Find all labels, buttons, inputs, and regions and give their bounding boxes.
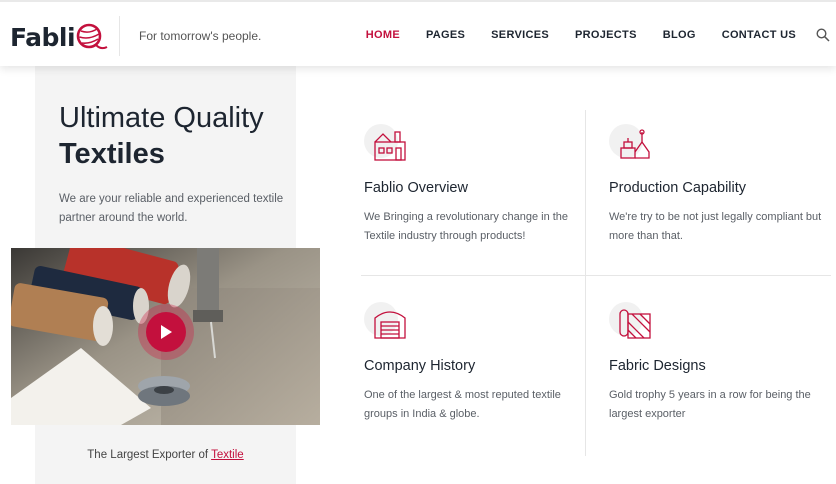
logo-text: Fabli: [10, 22, 76, 52]
feature-title: Fablio Overview: [364, 180, 468, 196]
nav-projects[interactable]: PROJECTS: [575, 29, 637, 41]
search-icon[interactable]: [816, 28, 830, 42]
play-button-core: [146, 312, 186, 352]
nav-blog[interactable]: BLOG: [663, 29, 696, 41]
fabric-roll-icon: [619, 309, 651, 339]
grid-divider-top: [585, 110, 586, 275]
nav-pages[interactable]: PAGES: [426, 29, 465, 41]
nav-services[interactable]: SERVICES: [491, 29, 549, 41]
nav-home[interactable]: HOME: [366, 29, 400, 41]
hero-caption: The Largest Exporter of Textile: [35, 449, 296, 461]
logo[interactable]: Fabli: [10, 22, 108, 52]
main-nav: HOME PAGES SERVICES PROJECTS BLOG CONTAC…: [340, 29, 796, 41]
feature-title: Production Capability: [609, 180, 747, 196]
nav-contact-us[interactable]: CONTACT US: [722, 29, 796, 41]
caption-prefix: The Largest Exporter of: [87, 449, 212, 461]
hero-description: We are your reliable and experienced tex…: [59, 193, 284, 224]
warehouse-icon: [374, 311, 406, 339]
hero-title-line2: Textiles: [59, 138, 165, 170]
tagline: For tomorrow's people.: [139, 29, 262, 43]
sewing-machine-icon: [620, 129, 650, 159]
feature-description: Gold trophy 5 years in a row for being t…: [609, 389, 811, 420]
yarn-ball-logo-icon: [76, 23, 108, 50]
feature-icon-wrap: [609, 302, 653, 346]
play-icon: [161, 325, 172, 339]
factory-icon: [374, 131, 406, 161]
feature-description: One of the largest & most reputed textil…: [364, 389, 561, 420]
feature-title: Company History: [364, 358, 476, 374]
feature-icon-wrap: [609, 124, 653, 168]
header-divider: [119, 16, 120, 56]
hero-title-line1: Ultimate Quality: [59, 102, 264, 134]
feature-icon-wrap: [364, 302, 408, 346]
feature-icon-wrap: [364, 124, 408, 168]
play-button[interactable]: [138, 304, 194, 360]
site-header: Fabli For tomorrow's people. HOME PAGES …: [0, 0, 836, 66]
feature-description: We're try to be not just legally complia…: [609, 211, 822, 242]
grid-divider-bottom: [585, 276, 586, 456]
caption-link[interactable]: Textile: [211, 449, 244, 461]
feature-title: Fabric Designs: [609, 358, 706, 374]
grid-divider-horizontal: [361, 275, 831, 276]
feature-description: We Bringing a revolutionary change in th…: [364, 211, 569, 242]
